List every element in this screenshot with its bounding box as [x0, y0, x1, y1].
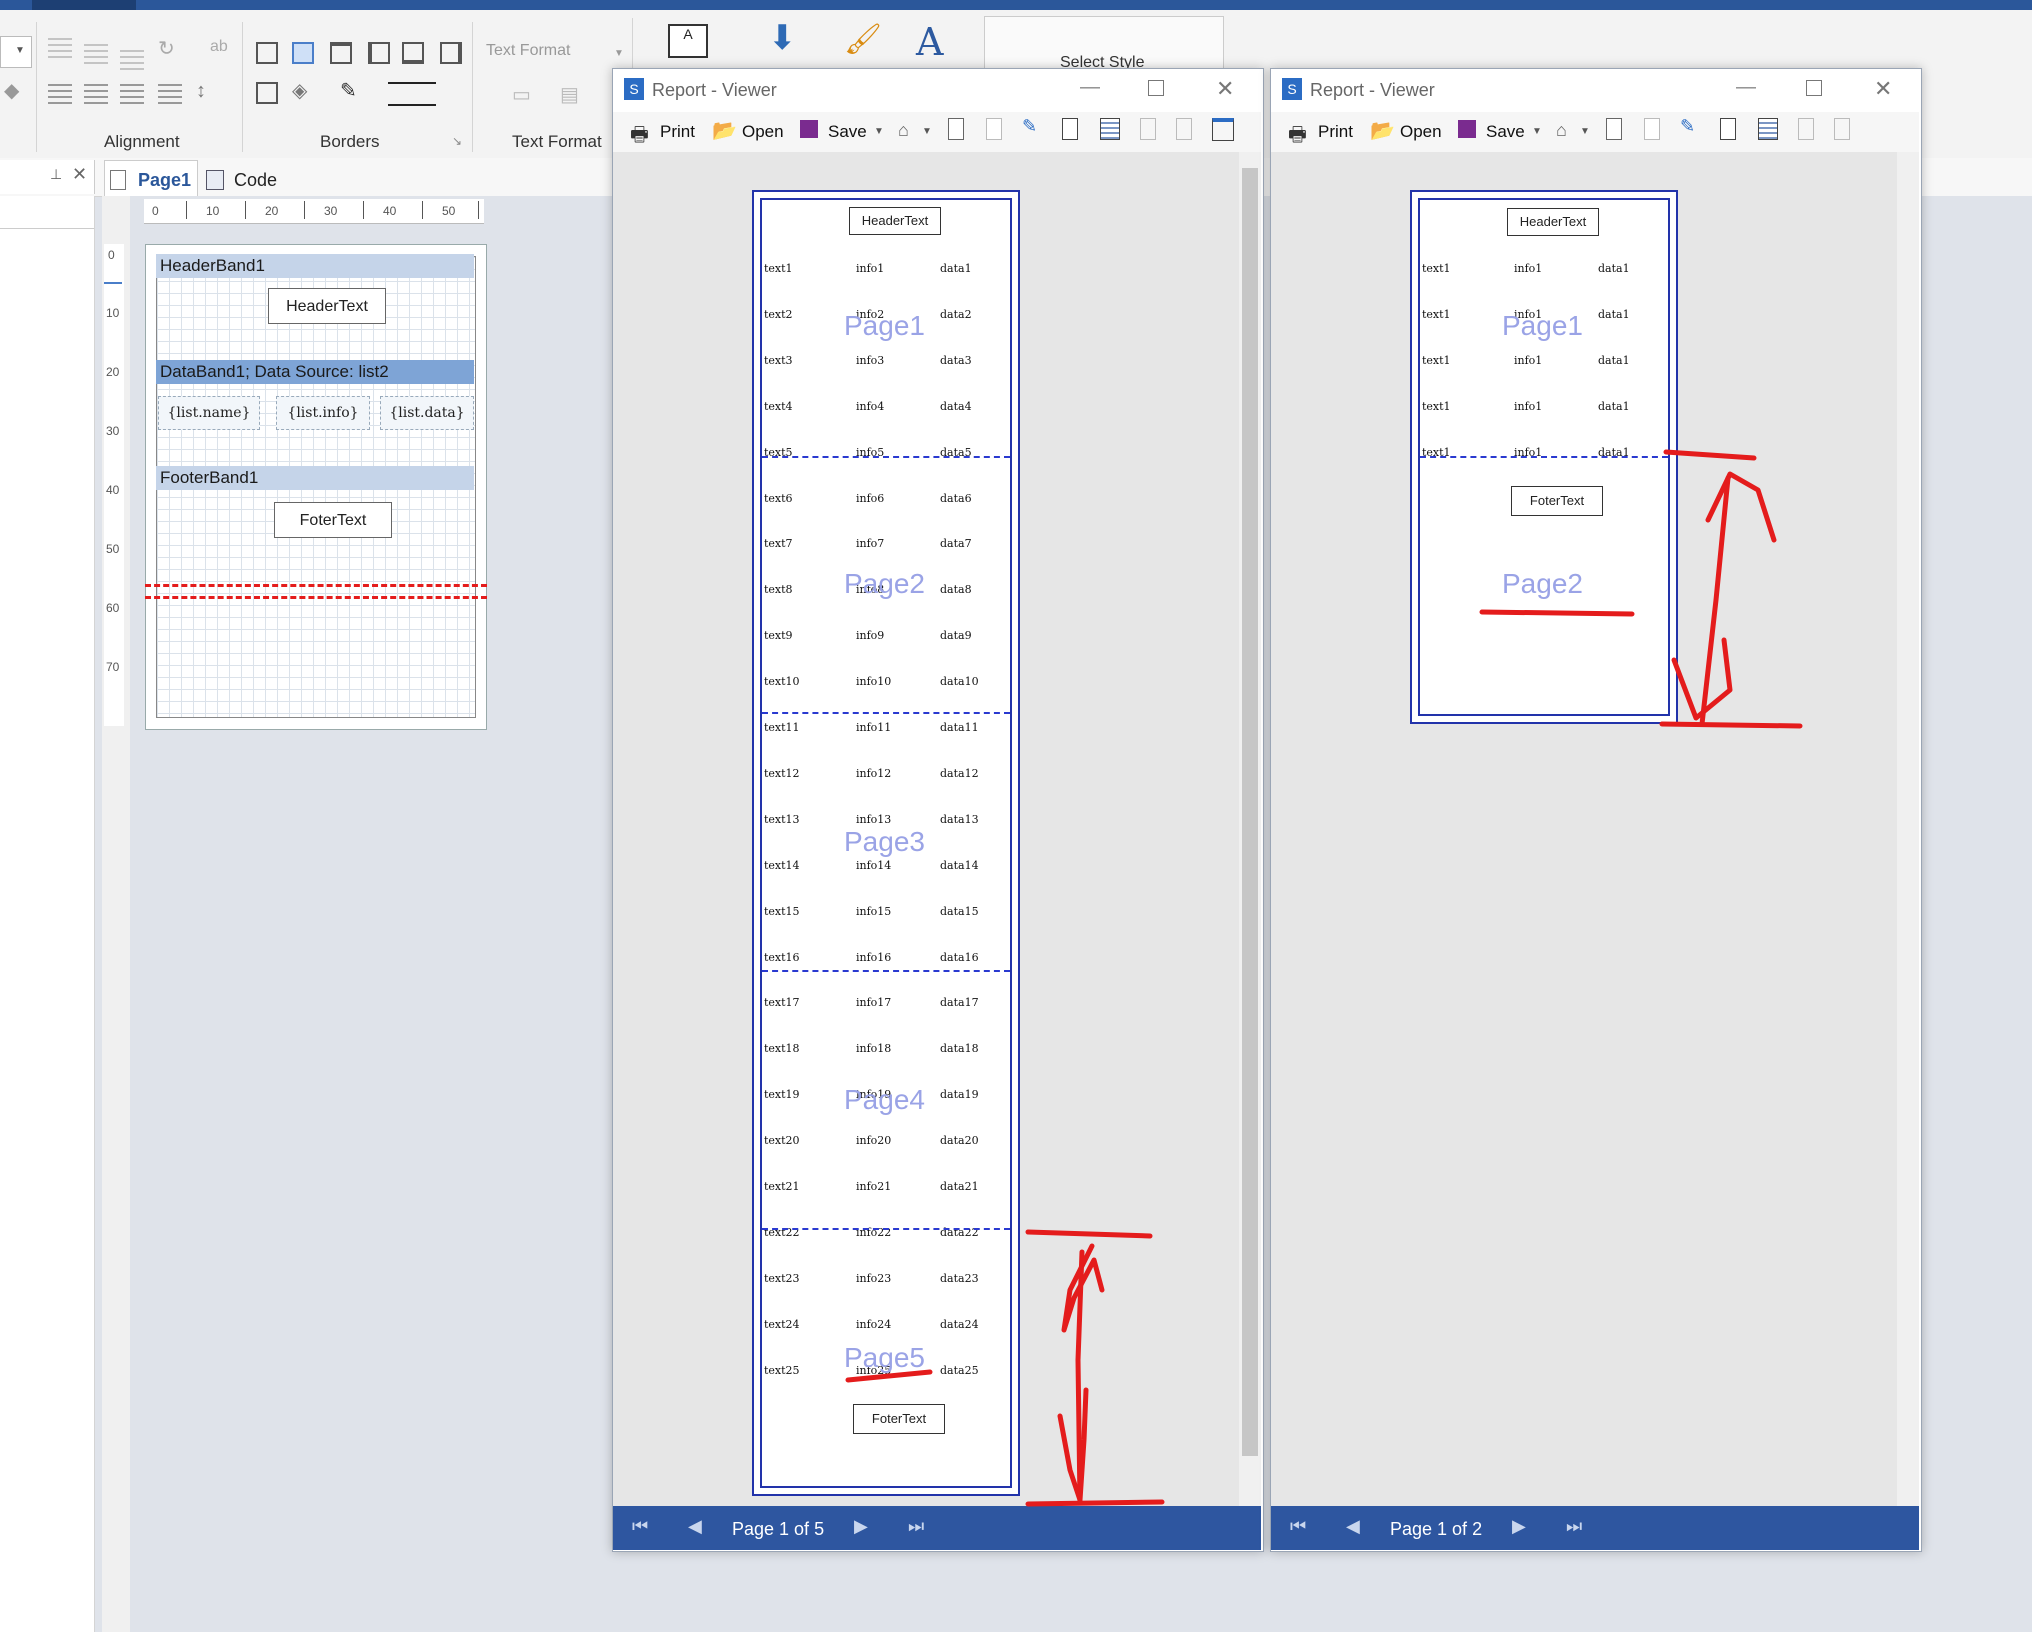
annotation-arrow-down	[1057, 1387, 1089, 1503]
annotation-overlay	[845, 449, 1803, 1507]
annotation-bottom-line-right	[1659, 721, 1803, 729]
annotation-top-line	[1025, 1229, 1153, 1239]
annotation-bottom-line	[1025, 1499, 1165, 1507]
annotation-arrow-shaft-right	[1699, 475, 1731, 727]
annotation-underline-page5	[845, 1369, 933, 1383]
annotation-top-line-right	[1663, 449, 1757, 461]
annotation-underline-page2	[1479, 609, 1635, 617]
annotation-arrow-up-right	[1705, 471, 1777, 543]
